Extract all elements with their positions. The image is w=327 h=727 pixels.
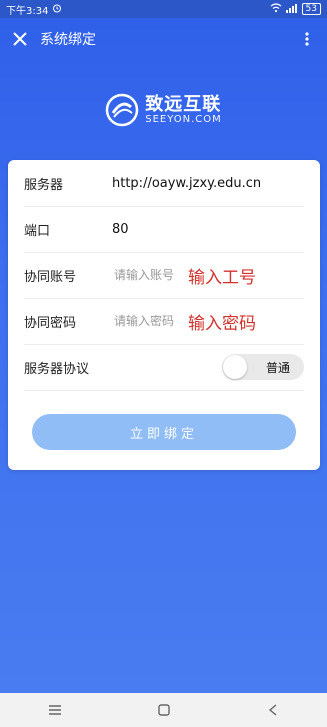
back-icon[interactable]	[253, 698, 293, 722]
more-icon[interactable]	[297, 29, 317, 49]
account-label: 协同账号	[24, 269, 77, 285]
bind-form-card: 服务器 http://oayw.jzxy.edu.cn 端口 80 协同账号 输…	[8, 160, 320, 470]
port-value[interactable]: 80	[112, 222, 129, 237]
bind-button[interactable]: 立即绑定	[32, 414, 296, 450]
account-row: 协同账号 输入工号	[24, 252, 304, 299]
server-value[interactable]: http://oayw.jzxy.edu.cn	[112, 176, 261, 191]
account-input[interactable]	[112, 267, 186, 283]
protocol-row: 服务器协议 普通	[24, 344, 304, 391]
toggle-knob	[223, 355, 247, 379]
menu-icon[interactable]	[35, 698, 75, 722]
server-row: 服务器 http://oayw.jzxy.edu.cn	[24, 160, 304, 207]
password-input[interactable]	[112, 313, 186, 329]
top-bar: 系统绑定	[0, 18, 327, 60]
page-title: 系统绑定	[40, 32, 96, 48]
status-bar: 下午3:34 53	[0, 0, 327, 18]
signal-icon	[285, 3, 298, 16]
seeyon-logo-icon	[105, 93, 139, 127]
system-nav-bar	[0, 693, 327, 727]
protocol-value: 普通	[265, 360, 290, 375]
screen: 下午3:34 53 系统绑定 致远互联 SEEYON.COM 服务器 http:…	[0, 0, 327, 727]
alarm-icon	[52, 3, 62, 16]
protocol-toggle[interactable]: 普通	[222, 354, 304, 380]
port-row: 端口 80	[24, 206, 304, 253]
server-label: 服务器	[24, 177, 64, 193]
logo-text: 致远互联 SEEYON.COM	[145, 93, 222, 126]
password-row: 协同密码 输入密码	[24, 298, 304, 345]
status-right: 53	[270, 2, 321, 16]
logo: 致远互联 SEEYON.COM	[0, 86, 327, 134]
status-time: 下午3:34	[6, 5, 49, 17]
close-icon[interactable]	[10, 29, 30, 49]
protocol-label: 服务器协议	[24, 361, 90, 377]
logo-en: SEEYON.COM	[145, 114, 222, 126]
account-hint: 输入工号	[188, 267, 256, 288]
status-left: 下午3:34	[6, 2, 62, 17]
wifi-icon	[270, 2, 282, 16]
battery-icon: 53	[301, 3, 321, 15]
password-hint: 输入密码	[188, 313, 256, 334]
home-icon[interactable]	[144, 698, 184, 722]
password-label: 协同密码	[24, 315, 77, 331]
port-label: 端口	[24, 223, 51, 239]
logo-cn: 致远互联	[145, 93, 222, 115]
